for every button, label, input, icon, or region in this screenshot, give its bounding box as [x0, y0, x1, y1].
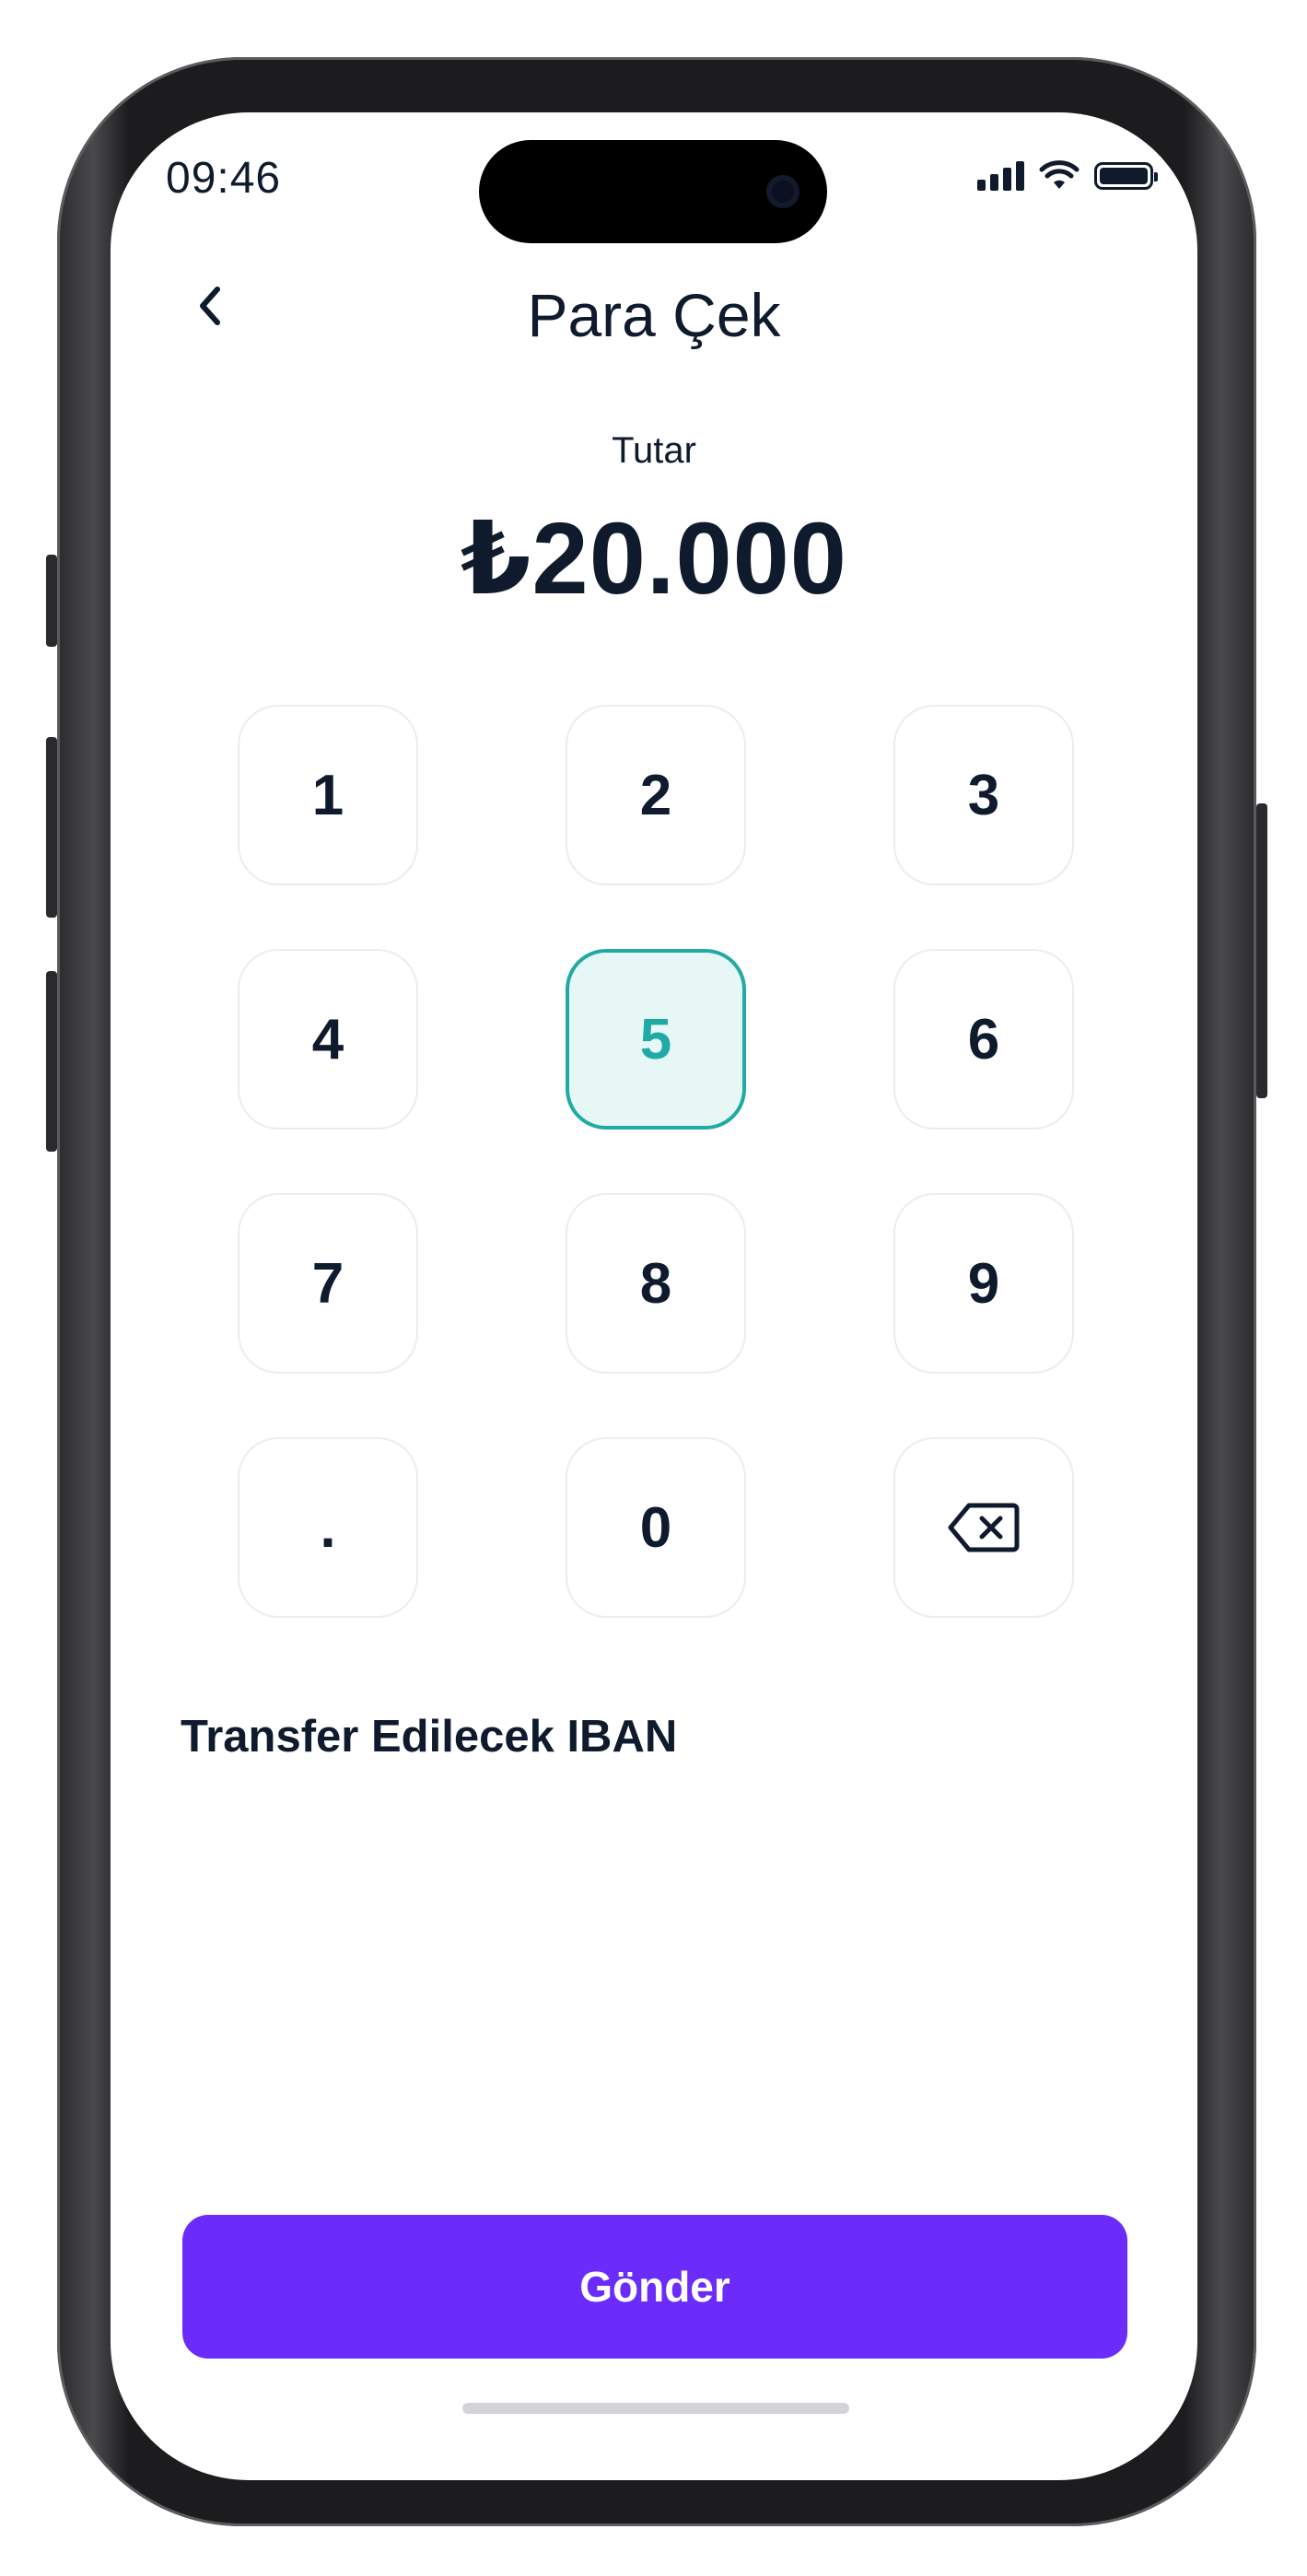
amount-label: Tutar — [612, 430, 696, 471]
iban-label: Transfer Edilecek IBAN — [181, 1712, 678, 1762]
key-decimal[interactable]: . — [238, 1437, 418, 1618]
send-button[interactable]: Gönder — [182, 2215, 1127, 2359]
key-2[interactable]: 2 — [566, 705, 746, 885]
key-3[interactable]: 3 — [893, 705, 1074, 885]
action-button — [46, 555, 57, 647]
amount-value: ₺20.000 — [461, 502, 847, 615]
status-icons — [977, 160, 1158, 192]
battery-icon — [1094, 162, 1158, 190]
home-indicator — [462, 2403, 849, 2414]
cellular-signal-icon — [977, 161, 1024, 191]
page-title: Para Çek — [527, 281, 781, 349]
app-screen: 09:46 Para Çek Tutar ₺20.000 1 2 3 4 5 6… — [111, 112, 1197, 2480]
power-button — [1256, 803, 1267, 1098]
dynamic-island — [479, 140, 827, 243]
key-8[interactable]: 8 — [566, 1193, 746, 1374]
key-0[interactable]: 0 — [566, 1437, 746, 1618]
key-4[interactable]: 4 — [238, 949, 418, 1130]
key-1[interactable]: 1 — [238, 705, 418, 885]
status-time: 09:46 — [166, 154, 282, 203]
key-backspace[interactable] — [893, 1437, 1074, 1618]
key-5[interactable]: 5 — [566, 949, 746, 1130]
volume-up-button — [46, 737, 57, 918]
camera-icon — [766, 175, 799, 208]
key-6[interactable]: 6 — [893, 949, 1074, 1130]
wifi-icon — [1039, 160, 1079, 189]
key-7[interactable]: 7 — [238, 1193, 418, 1374]
volume-down-button — [46, 971, 57, 1152]
backspace-icon — [948, 1503, 1020, 1552]
key-9[interactable]: 9 — [893, 1193, 1074, 1374]
